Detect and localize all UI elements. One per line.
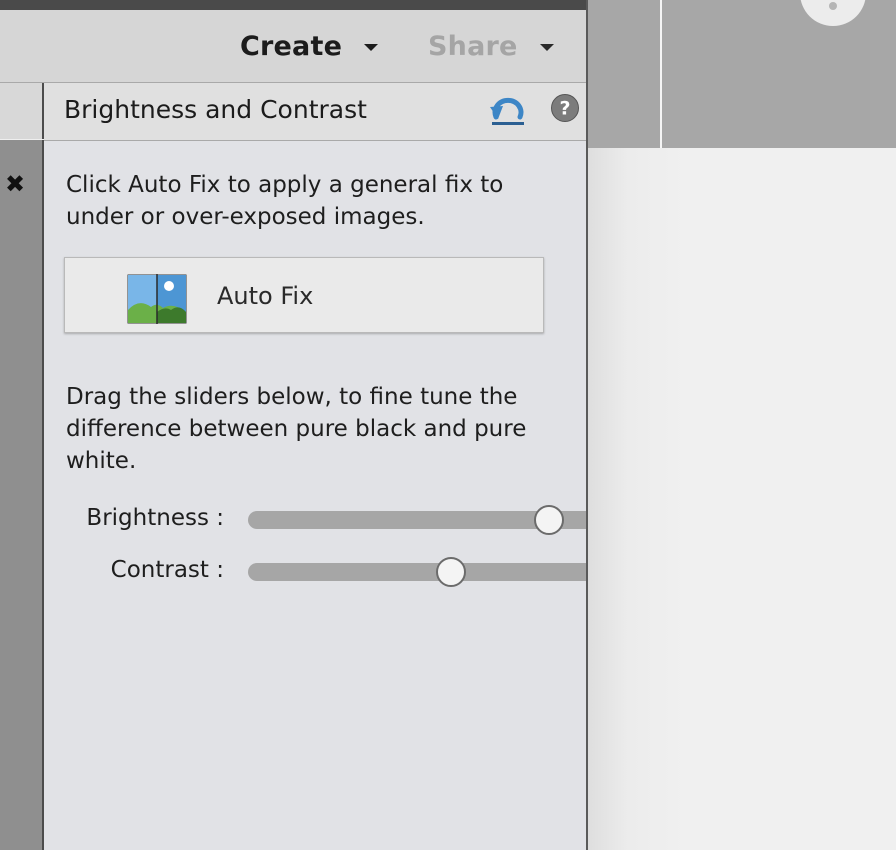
- share-menu-button[interactable]: Share: [428, 30, 554, 62]
- close-icon[interactable]: ✖: [4, 172, 26, 196]
- sliders-description: Drag the sliders below, to fine tune the…: [66, 384, 527, 474]
- photo-bin-thumbnail[interactable]: [588, 0, 660, 148]
- help-icon[interactable]: ?: [550, 93, 580, 123]
- brightness-slider-thumb[interactable]: [534, 505, 564, 535]
- panel-header: Brightness and Contrast ?: [44, 83, 586, 141]
- contrast-slider-thumb[interactable]: [436, 557, 466, 587]
- reset-icon[interactable]: [488, 91, 528, 129]
- canvas-area: [588, 148, 896, 850]
- auto-fix-button[interactable]: Auto Fix: [64, 257, 544, 333]
- auto-fix-icon: [127, 274, 187, 324]
- top-toolbar: Create Share: [0, 10, 586, 83]
- auto-fix-description: Click Auto Fix to apply a general fix to…: [66, 172, 504, 230]
- brightness-label: Brightness :: [86, 505, 224, 531]
- chevron-down-icon: [539, 43, 554, 51]
- panel-body: Click Auto Fix to apply a general fix to…: [44, 141, 586, 850]
- auto-fix-label: Auto Fix: [217, 282, 314, 310]
- create-menu-button[interactable]: Create: [240, 30, 379, 62]
- panel-title: Brightness and Contrast: [64, 95, 367, 124]
- title-bar-strip: [0, 0, 586, 10]
- chevron-down-icon: [364, 43, 379, 51]
- contrast-label: Contrast :: [110, 557, 224, 583]
- contrast-slider[interactable]: [248, 563, 586, 581]
- svg-text:?: ?: [559, 98, 570, 120]
- left-panel-strip: [0, 140, 44, 850]
- left-panel-tab: [0, 83, 44, 139]
- photo-bin-thumbnail[interactable]: [662, 0, 896, 148]
- share-label: Share: [428, 30, 518, 62]
- create-label: Create: [240, 30, 343, 62]
